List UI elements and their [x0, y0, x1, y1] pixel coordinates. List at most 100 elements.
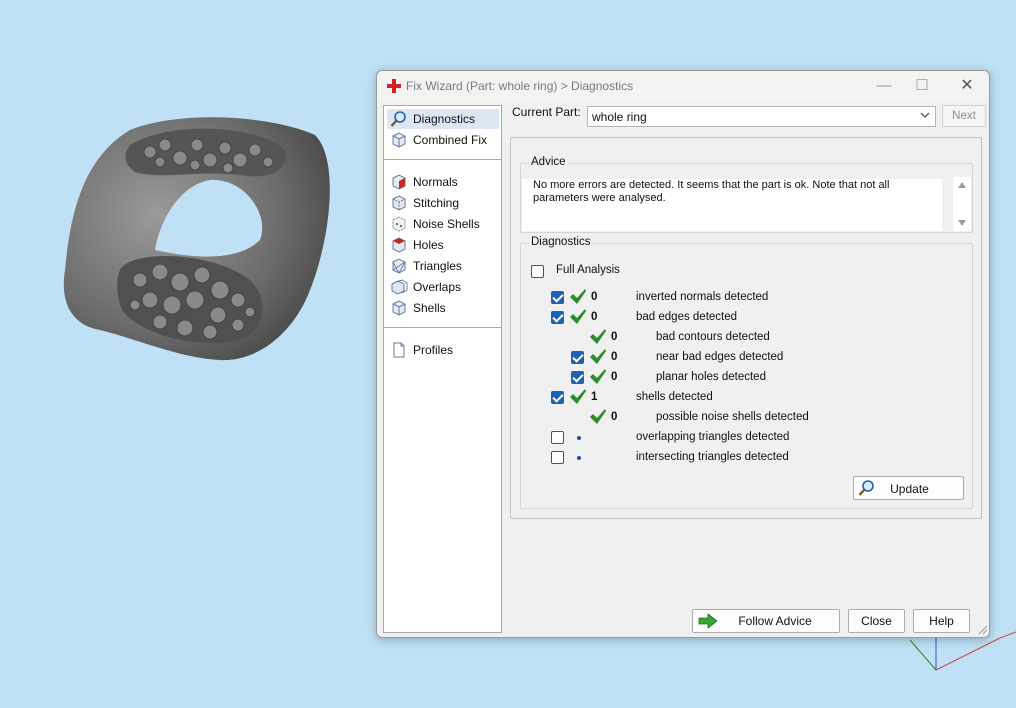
follow-advice-button[interactable]: Follow Advice	[692, 609, 840, 633]
bad-edges-checkbox[interactable]	[551, 311, 564, 324]
diagnostic-row-bad-edges: 0 bad edges detected	[521, 308, 971, 328]
sidebar-item-stitching[interactable]: Stitching	[387, 193, 499, 213]
sidebar-item-profiles[interactable]: Profiles	[387, 340, 499, 360]
diagnostic-row-near-bad-edges: 0 near bad edges detected	[521, 348, 971, 368]
near-bad-edges-label: near bad edges detected	[656, 351, 784, 363]
pending-dot-icon	[577, 436, 581, 440]
planar-holes-label: planar holes detected	[656, 371, 766, 383]
green-check-icon	[590, 409, 606, 424]
full-analysis-label: Full Analysis	[556, 264, 620, 276]
follow-advice-label: Follow Advice	[738, 614, 812, 628]
sidebar-item-diagnostics[interactable]: Diagnostics	[387, 109, 499, 129]
resize-grip-icon[interactable]	[976, 623, 988, 635]
near-bad-edges-count: 0	[611, 351, 618, 363]
ring-3d-model[interactable]	[60, 100, 340, 370]
sidebar-item-label: Triangles	[413, 259, 462, 273]
sidebar-item-shells[interactable]: Shells	[387, 298, 499, 318]
magnifier-icon	[390, 111, 406, 127]
green-check-icon	[590, 369, 606, 384]
current-part-label: Current Part:	[512, 105, 581, 119]
update-button[interactable]: Update	[853, 476, 964, 500]
green-check-icon	[570, 309, 586, 324]
pending-dot-icon	[577, 456, 581, 460]
sidebar-item-label: Diagnostics	[413, 112, 476, 126]
sidebar-item-label: Normals	[413, 175, 458, 189]
cube-stitching-icon	[392, 195, 406, 211]
advice-text: No more errors are detected. It seems th…	[522, 179, 942, 231]
sidebar-item-normals[interactable]: Normals	[387, 172, 499, 192]
chevron-down-icon	[920, 112, 930, 118]
cube-shells-icon	[392, 300, 406, 316]
axis-gizmo-icon	[909, 630, 1016, 671]
overlapping-triangles-checkbox[interactable]	[551, 431, 564, 444]
inverted-normals-checkbox[interactable]	[551, 291, 564, 304]
next-button[interactable]: Next	[942, 105, 986, 127]
sidebar: Diagnostics Combined Fix Normals Stitchi…	[383, 105, 502, 633]
advice-title: Advice	[529, 156, 568, 168]
intersecting-triangles-checkbox[interactable]	[551, 451, 564, 464]
cube-normals-icon	[392, 174, 406, 190]
current-part-value: whole ring	[592, 110, 647, 124]
sidebar-item-combined-fix[interactable]: Combined Fix	[387, 130, 499, 150]
cube-noise-icon	[392, 216, 406, 232]
sidebar-item-label: Combined Fix	[413, 133, 488, 147]
inverted-normals-count: 0	[591, 291, 598, 303]
document-icon	[393, 342, 405, 358]
diagnostic-row-overlapping-triangles: overlapping triangles detected	[521, 428, 971, 448]
diagnostic-row-intersecting-triangles: intersecting triangles detected	[521, 448, 971, 468]
current-part-select[interactable]: whole ring	[587, 106, 936, 127]
green-check-icon	[590, 329, 606, 344]
intersecting-triangles-label: intersecting triangles detected	[636, 451, 789, 463]
green-check-icon	[570, 289, 586, 304]
sidebar-item-holes[interactable]: Holes	[387, 235, 499, 255]
diagnostic-row-shells: 1 shells detected	[521, 388, 971, 408]
shells-checkbox[interactable]	[551, 391, 564, 404]
sidebar-item-overlaps[interactable]: Overlaps	[387, 277, 499, 297]
sidebar-item-label: Stitching	[413, 196, 460, 210]
update-label: Update	[890, 482, 929, 496]
diagnostic-row-bad-contours: 0 bad contours detected	[521, 328, 971, 348]
scroll-down-icon[interactable]	[957, 219, 967, 227]
sidebar-item-label: Profiles	[413, 343, 454, 357]
red-cross-icon	[387, 79, 401, 93]
close-button[interactable]: Close	[848, 609, 905, 633]
close-window-button[interactable]: ✕	[947, 75, 987, 97]
shells-label: shells detected	[636, 391, 713, 403]
green-check-icon	[590, 349, 606, 364]
sidebar-item-noise-shells[interactable]: Noise Shells	[387, 214, 499, 234]
planar-holes-count: 0	[611, 371, 618, 383]
minimize-button[interactable]: —	[864, 75, 904, 97]
advice-group: Advice No more errors are detected. It s…	[520, 156, 973, 233]
cube-overlaps-icon	[391, 279, 408, 295]
near-bad-edges-checkbox[interactable]	[571, 351, 584, 364]
sidebar-divider	[384, 159, 501, 160]
bad-contours-count: 0	[611, 331, 618, 343]
bad-edges-count: 0	[591, 311, 598, 323]
shells-count: 1	[591, 391, 598, 403]
cube-triangles-icon	[392, 258, 406, 274]
window-title: Fix Wizard (Part: whole ring) > Diagnost…	[406, 79, 634, 93]
maximize-button[interactable]: ☐	[902, 75, 942, 97]
sidebar-divider	[384, 327, 501, 328]
noise-shells-label: possible noise shells detected	[656, 411, 809, 423]
full-analysis-checkbox[interactable]	[531, 265, 544, 278]
bad-edges-label: bad edges detected	[636, 311, 738, 323]
diagnostic-row-noise-shells: 0 possible noise shells detected	[521, 408, 971, 428]
sidebar-item-label: Overlaps	[413, 280, 462, 294]
sidebar-item-label: Shells	[413, 301, 446, 315]
green-check-icon	[570, 389, 586, 404]
inverted-normals-label: inverted normals detected	[636, 291, 769, 303]
help-button[interactable]: Help	[913, 609, 970, 633]
planar-holes-checkbox[interactable]	[571, 371, 584, 384]
diagnostic-row-inverted-normals: 0 inverted normals detected	[521, 288, 971, 308]
main-panel: Advice No more errors are detected. It s…	[510, 137, 982, 519]
advice-scrollbar[interactable]	[953, 177, 971, 231]
cube-icon	[392, 132, 406, 148]
diagnostic-row-planar-holes: 0 planar holes detected	[521, 368, 971, 388]
sidebar-item-label: Holes	[413, 238, 444, 252]
fix-wizard-dialog: Fix Wizard (Part: whole ring) > Diagnost…	[376, 70, 990, 638]
diagnostics-group: Diagnostics Full Analysis 0 inverted nor…	[520, 236, 973, 509]
sidebar-item-triangles[interactable]: Triangles	[387, 256, 499, 276]
scroll-up-icon[interactable]	[957, 181, 967, 189]
title-bar[interactable]: Fix Wizard (Part: whole ring) > Diagnost…	[377, 71, 989, 101]
